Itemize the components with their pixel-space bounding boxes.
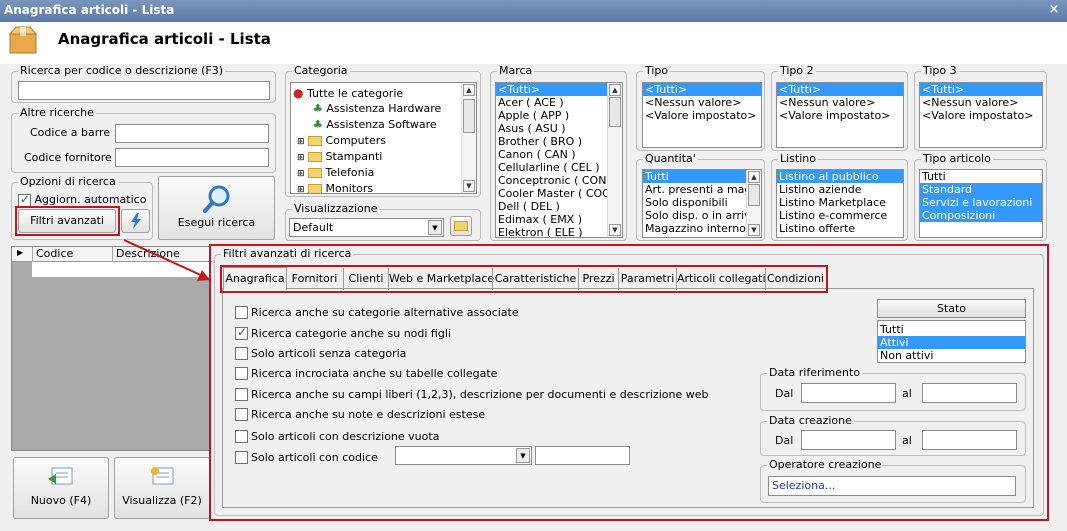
operatore-creazione-group: Operatore creazione Seleziona...	[760, 458, 1026, 503]
stato-header: Stato	[877, 299, 1026, 318]
data-rif-dal-input[interactable]	[801, 383, 896, 403]
data-creazione-label: Data creazione	[767, 414, 854, 427]
filtri-avanzati-label: Filtri avanzati di ricerca	[221, 247, 354, 260]
operatore-creazione-label: Operatore creazione	[767, 458, 884, 471]
data-creazione-group: Data creazione Dal al	[760, 414, 1026, 456]
dal-label: Dal	[775, 387, 794, 400]
operatore-select[interactable]: Seleziona...	[768, 476, 1016, 496]
tab-anagrafica[interactable]: Anagrafica	[223, 267, 287, 290]
list-item[interactable]: Attivi	[878, 336, 1025, 349]
codice-value-input[interactable]	[535, 446, 630, 465]
checkbox-icon	[235, 429, 248, 443]
data-rif-al-input[interactable]	[922, 383, 1017, 403]
option-note-descrizioni[interactable]: Ricerca anche su note e descrizioni este…	[235, 407, 485, 422]
option-descrizione-vuota[interactable]: Solo articoli con descrizione vuota	[235, 429, 439, 444]
checkbox-icon	[235, 387, 248, 401]
data-riferimento-group: Data riferimento Dal al	[760, 366, 1026, 411]
checkbox-icon	[235, 407, 248, 421]
data-cre-dal-input[interactable]	[801, 430, 896, 450]
tabs-highlight	[220, 265, 828, 293]
checkbox-icon	[235, 450, 248, 464]
data-cre-al-input[interactable]	[922, 430, 1017, 450]
option-categorie-alternative[interactable]: Ricerca anche su categorie alternative a…	[235, 305, 519, 320]
list-item[interactable]: Tutti	[878, 323, 1025, 336]
option-senza-categoria[interactable]: Solo articoli senza categoria	[235, 346, 406, 361]
stato-list[interactable]: Tutti Attivi Non attivi	[877, 320, 1026, 363]
checkbox-icon	[235, 366, 248, 380]
option-ricerca-incrociata[interactable]: Ricerca incrociata anche su tabelle coll…	[235, 366, 497, 381]
al-label: al	[902, 387, 912, 400]
data-riferimento-label: Data riferimento	[767, 366, 863, 379]
dropdown-icon[interactable]: ▼	[516, 448, 530, 463]
al-label: al	[902, 434, 912, 447]
checkbox-checked-icon	[235, 325, 248, 340]
option-nodi-figli[interactable]: Ricerca categorie anche su nodi figli	[235, 325, 451, 341]
codice-operator-select[interactable]: ▼	[395, 446, 532, 465]
dal-label: Dal	[775, 434, 794, 447]
checkbox-icon	[235, 346, 248, 360]
option-con-codice[interactable]: Solo articoli con codice	[235, 450, 378, 465]
checkbox-icon	[235, 305, 248, 319]
option-campi-liberi[interactable]: Ricerca anche su campi liberi (1,2,3), d…	[235, 387, 708, 402]
list-item[interactable]: Non attivi	[878, 349, 1025, 362]
